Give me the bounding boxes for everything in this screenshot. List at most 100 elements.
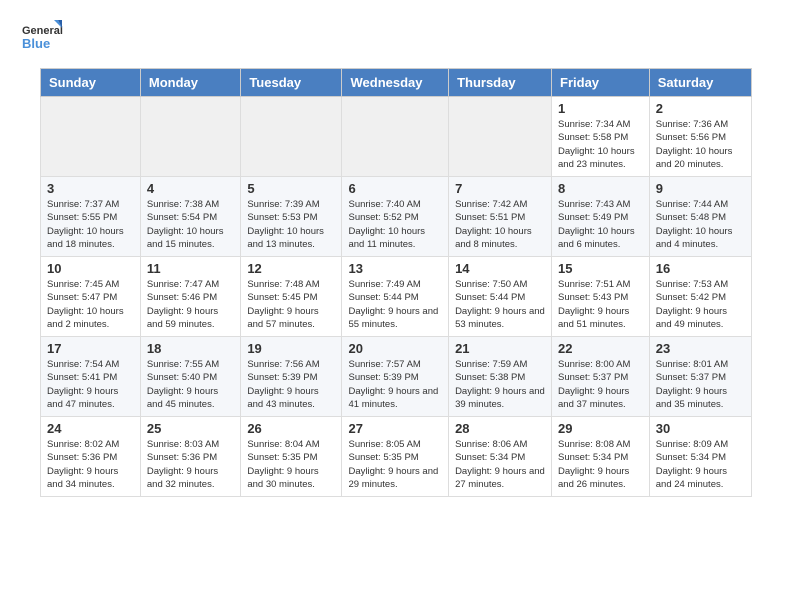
day-number: 8 — [558, 181, 643, 196]
weekday-header: Thursday — [449, 69, 552, 97]
day-info: Sunrise: 7:37 AM Sunset: 5:55 PM Dayligh… — [47, 198, 134, 251]
day-number: 20 — [348, 341, 442, 356]
calendar-day-cell: 9Sunrise: 7:44 AM Sunset: 5:48 PM Daylig… — [649, 177, 751, 257]
calendar-day-cell: 21 Sunrise: 7:59 AM Sunset: 5:38 PM Dayli… — [449, 337, 552, 417]
calendar-day-cell: 8 Sunrise: 7:43 AM Sunset: 5:49 PM Daylig… — [552, 177, 650, 257]
calendar-body: 1 Sunrise: 7:34 AM Sunset: 5:58 PM Daylig… — [41, 97, 752, 497]
day-number: 16 — [656, 261, 745, 276]
day-number: 4 — [147, 181, 234, 196]
day-info: Sunrise: 8:01 AM Sunset: 5:37 PM Dayligh… — [656, 358, 745, 411]
calendar-day-cell — [140, 97, 240, 177]
weekday-header: Monday — [140, 69, 240, 97]
calendar-day-cell: 10 Sunrise: 7:45 AM Sunset: 5:47 PM Dayli… — [41, 257, 141, 337]
day-info: Sunrise: 7:53 AM Sunset: 5:42 PM Dayligh… — [656, 278, 745, 331]
calendar-week-row: 1 Sunrise: 7:34 AM Sunset: 5:58 PM Daylig… — [41, 97, 752, 177]
calendar-day-cell: 13 Sunrise: 7:49 AM Sunset: 5:44 PM Dayli… — [342, 257, 449, 337]
day-info: Sunrise: 7:42 AM Sunset: 5:51 PM Dayligh… — [455, 198, 545, 251]
day-info: Sunrise: 7:54 AM Sunset: 5:41 PM Dayligh… — [47, 358, 134, 411]
calendar-day-cell: 15 Sunrise: 7:51 AM Sunset: 5:43 PM Dayli… — [552, 257, 650, 337]
calendar-day-cell: 7 Sunrise: 7:42 AM Sunset: 5:51 PM Daylig… — [449, 177, 552, 257]
day-info: Sunrise: 7:36 AM Sunset: 5:56 PM Dayligh… — [656, 118, 745, 171]
day-info: Sunrise: 7:40 AM Sunset: 5:52 PM Dayligh… — [348, 198, 442, 251]
calendar-table: SundayMondayTuesdayWednesdayThursdayFrid… — [40, 68, 752, 497]
day-number: 17 — [47, 341, 134, 356]
calendar-day-cell: 2 Sunrise: 7:36 AM Sunset: 5:56 PM Daylig… — [649, 97, 751, 177]
day-info: Sunrise: 7:51 AM Sunset: 5:43 PM Dayligh… — [558, 278, 643, 331]
calendar-day-cell: 25Sunrise: 8:03 AM Sunset: 5:36 PM Dayli… — [140, 417, 240, 497]
calendar-day-cell: 18Sunrise: 7:55 AM Sunset: 5:40 PM Dayli… — [140, 337, 240, 417]
calendar-day-cell: 20 Sunrise: 7:57 AM Sunset: 5:39 PM Dayli… — [342, 337, 449, 417]
day-info: Sunrise: 7:45 AM Sunset: 5:47 PM Dayligh… — [47, 278, 134, 331]
day-number: 14 — [455, 261, 545, 276]
day-info: Sunrise: 7:49 AM Sunset: 5:44 PM Dayligh… — [348, 278, 442, 331]
logo-icon: General Blue — [20, 16, 64, 60]
day-number: 29 — [558, 421, 643, 436]
day-number: 10 — [47, 261, 134, 276]
calendar-day-cell: 11 Sunrise: 7:47 AM Sunset: 5:46 PM Dayli… — [140, 257, 240, 337]
day-info: Sunrise: 7:57 AM Sunset: 5:39 PM Dayligh… — [348, 358, 442, 411]
calendar-week-row: 24Sunrise: 8:02 AM Sunset: 5:36 PM Dayli… — [41, 417, 752, 497]
day-info: Sunrise: 7:44 AM Sunset: 5:48 PM Dayligh… — [656, 198, 745, 251]
day-info: Sunrise: 8:00 AM Sunset: 5:37 PM Dayligh… — [558, 358, 643, 411]
day-number: 24 — [47, 421, 134, 436]
calendar-day-cell: 5Sunrise: 7:39 AM Sunset: 5:53 PM Daylig… — [241, 177, 342, 257]
calendar-day-cell — [241, 97, 342, 177]
day-number: 2 — [656, 101, 745, 116]
day-info: Sunrise: 7:34 AM Sunset: 5:58 PM Dayligh… — [558, 118, 643, 171]
weekday-row: SundayMondayTuesdayWednesdayThursdayFrid… — [41, 69, 752, 97]
day-number: 21 — [455, 341, 545, 356]
day-info: Sunrise: 7:56 AM Sunset: 5:39 PM Dayligh… — [247, 358, 335, 411]
day-info: Sunrise: 7:39 AM Sunset: 5:53 PM Dayligh… — [247, 198, 335, 251]
day-info: Sunrise: 7:43 AM Sunset: 5:49 PM Dayligh… — [558, 198, 643, 251]
weekday-header: Saturday — [649, 69, 751, 97]
day-number: 6 — [348, 181, 442, 196]
day-info: Sunrise: 8:08 AM Sunset: 5:34 PM Dayligh… — [558, 438, 643, 491]
calendar-week-row: 17 Sunrise: 7:54 AM Sunset: 5:41 PM Dayli… — [41, 337, 752, 417]
weekday-header: Sunday — [41, 69, 141, 97]
calendar-day-cell — [41, 97, 141, 177]
logo: General Blue — [20, 16, 64, 60]
day-number: 25 — [147, 421, 234, 436]
calendar-day-cell: 26 Sunrise: 8:04 AM Sunset: 5:35 PM Dayli… — [241, 417, 342, 497]
day-number: 26 — [247, 421, 335, 436]
day-number: 15 — [558, 261, 643, 276]
page-header: General Blue — [0, 0, 792, 68]
calendar-day-cell: 29 Sunrise: 8:08 AM Sunset: 5:34 PM Dayli… — [552, 417, 650, 497]
weekday-header: Tuesday — [241, 69, 342, 97]
day-info: Sunrise: 8:05 AM Sunset: 5:35 PM Dayligh… — [348, 438, 442, 491]
calendar-day-cell: 17 Sunrise: 7:54 AM Sunset: 5:41 PM Dayli… — [41, 337, 141, 417]
day-info: Sunrise: 8:06 AM Sunset: 5:34 PM Dayligh… — [455, 438, 545, 491]
calendar-header: SundayMondayTuesdayWednesdayThursdayFrid… — [41, 69, 752, 97]
calendar-day-cell: 16 Sunrise: 7:53 AM Sunset: 5:42 PM Dayli… — [649, 257, 751, 337]
day-number: 22 — [558, 341, 643, 356]
calendar-day-cell: 28Sunrise: 8:06 AM Sunset: 5:34 PM Dayli… — [449, 417, 552, 497]
calendar-day-cell: 22 Sunrise: 8:00 AM Sunset: 5:37 PM Dayli… — [552, 337, 650, 417]
calendar-day-cell: 27 Sunrise: 8:05 AM Sunset: 5:35 PM Dayli… — [342, 417, 449, 497]
day-number: 27 — [348, 421, 442, 436]
day-info: Sunrise: 7:50 AM Sunset: 5:44 PM Dayligh… — [455, 278, 545, 331]
calendar-week-row: 10 Sunrise: 7:45 AM Sunset: 5:47 PM Dayli… — [41, 257, 752, 337]
calendar-day-cell: 12 Sunrise: 7:48 AM Sunset: 5:45 PM Dayli… — [241, 257, 342, 337]
day-number: 3 — [47, 181, 134, 196]
day-info: Sunrise: 7:59 AM Sunset: 5:38 PM Dayligh… — [455, 358, 545, 411]
day-number: 1 — [558, 101, 643, 116]
day-info: Sunrise: 7:47 AM Sunset: 5:46 PM Dayligh… — [147, 278, 234, 331]
day-info: Sunrise: 8:04 AM Sunset: 5:35 PM Dayligh… — [247, 438, 335, 491]
svg-text:Blue: Blue — [22, 36, 50, 51]
day-number: 18 — [147, 341, 234, 356]
day-number: 12 — [247, 261, 335, 276]
day-number: 11 — [147, 261, 234, 276]
day-number: 7 — [455, 181, 545, 196]
calendar-day-cell — [449, 97, 552, 177]
day-number: 13 — [348, 261, 442, 276]
calendar-day-cell: 1 Sunrise: 7:34 AM Sunset: 5:58 PM Daylig… — [552, 97, 650, 177]
calendar-day-cell: 6 Sunrise: 7:40 AM Sunset: 5:52 PM Daylig… — [342, 177, 449, 257]
calendar-day-cell — [342, 97, 449, 177]
calendar-day-cell: 24Sunrise: 8:02 AM Sunset: 5:36 PM Dayli… — [41, 417, 141, 497]
day-info: Sunrise: 7:48 AM Sunset: 5:45 PM Dayligh… — [247, 278, 335, 331]
calendar-wrapper: SundayMondayTuesdayWednesdayThursdayFrid… — [0, 68, 792, 517]
weekday-header: Friday — [552, 69, 650, 97]
calendar-day-cell: 14 Sunrise: 7:50 AM Sunset: 5:44 PM Dayli… — [449, 257, 552, 337]
day-number: 30 — [656, 421, 745, 436]
day-number: 19 — [247, 341, 335, 356]
